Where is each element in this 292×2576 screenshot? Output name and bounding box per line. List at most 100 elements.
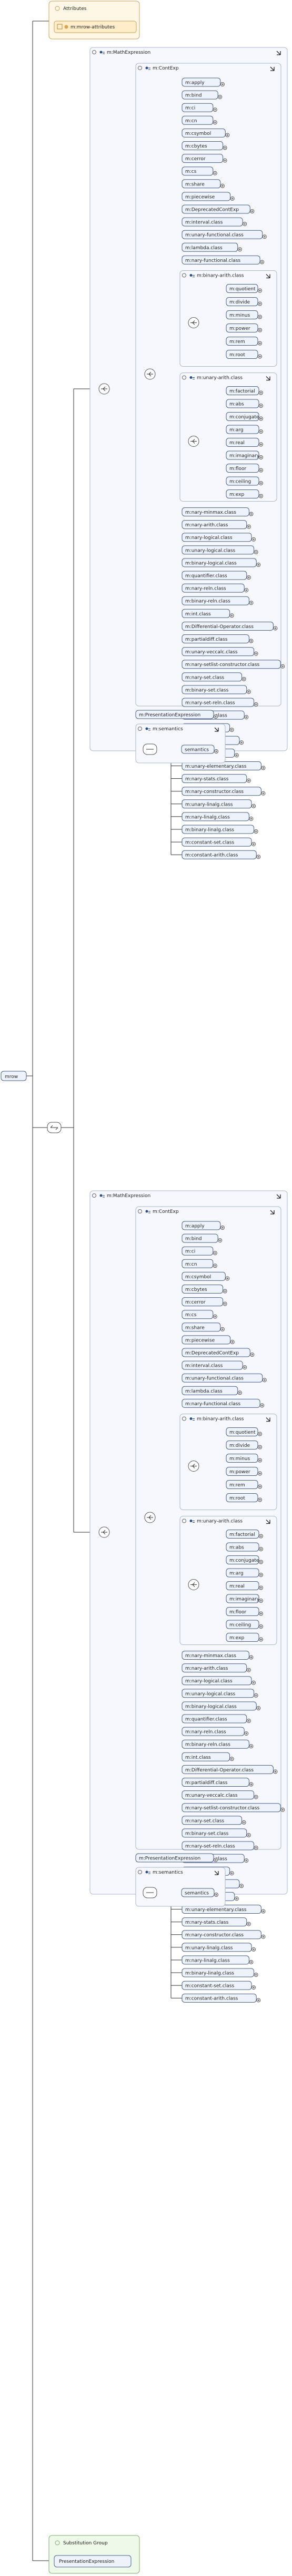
expand-icon[interactable] [259, 1585, 263, 1590]
expand-icon[interactable] [261, 791, 266, 796]
element-leaf[interactable]: m:quantifier.class [182, 571, 251, 580]
unary-arith-item[interactable]: m:real [226, 438, 263, 447]
expand-icon[interactable] [259, 429, 263, 434]
element-leaf[interactable]: m:constant-set.class [182, 1981, 256, 1990]
unary-arith-item[interactable]: m:abs [226, 1542, 263, 1552]
expand-icon[interactable] [213, 120, 217, 125]
unary-arith-item[interactable]: m:conjugate [226, 1555, 263, 1564]
element-leaf[interactable]: m:csymbol [182, 128, 230, 138]
unary-arith-item[interactable]: m:factorial [226, 1530, 263, 1539]
expand-icon[interactable] [273, 1769, 278, 1774]
element-leaf[interactable]: m:lambda.class [182, 1386, 242, 1395]
element-leaf[interactable]: m:interval.class [182, 1360, 247, 1370]
expand-icon[interactable] [251, 1947, 256, 1952]
expand-icon[interactable] [244, 1858, 249, 1863]
expand-icon[interactable] [280, 664, 285, 669]
expand-icon[interactable] [246, 1922, 251, 1926]
expand-icon[interactable] [246, 689, 251, 694]
element-leaf[interactable]: m:unary-veccalc.class [182, 647, 258, 657]
expand-icon[interactable] [259, 1611, 263, 1616]
expand-icon[interactable] [229, 1871, 234, 1876]
expand-icon[interactable] [246, 524, 251, 529]
unary-arith-item[interactable]: m:exp [226, 489, 263, 498]
element-leaf[interactable]: m:int.class [182, 609, 234, 618]
expand-icon[interactable] [241, 1820, 246, 1825]
expand-icon[interactable] [261, 1909, 266, 1914]
element-leaf[interactable]: m:nary-minmax.class [182, 1651, 254, 1660]
expand-icon[interactable] [223, 1289, 227, 1294]
binary-arith-item[interactable]: m:rem [226, 337, 262, 346]
expand-icon[interactable] [259, 1534, 263, 1539]
unary-arith-item[interactable]: m:arg [226, 1568, 263, 1578]
binary-arith-item[interactable]: m:divide [226, 1441, 262, 1449]
expand-icon[interactable] [223, 145, 227, 150]
binary-arith-item[interactable]: m:root [226, 350, 262, 359]
semantics-sequence[interactable] [143, 743, 157, 755]
expand-icon[interactable] [258, 328, 262, 332]
expand-icon[interactable] [213, 1251, 217, 1256]
expand-icon[interactable] [220, 82, 225, 86]
expand-icon[interactable] [256, 562, 261, 567]
math-expression-choice[interactable] [98, 383, 110, 395]
expand-icon[interactable] [249, 1960, 254, 1964]
expand-icon[interactable] [230, 196, 235, 201]
expand-icon[interactable] [218, 1238, 223, 1243]
expand-icon[interactable] [251, 1985, 256, 1990]
binary-arith-choice[interactable] [188, 317, 199, 328]
expand-icon[interactable] [244, 715, 249, 720]
element-leaf[interactable]: m:quantifier.class [182, 1714, 251, 1723]
expand-icon[interactable] [258, 1484, 262, 1489]
element-leaf[interactable]: m:partialdiff.class [182, 634, 254, 643]
unary-arith-item[interactable]: m:abs [226, 399, 263, 408]
element-leaf[interactable]: m:unary-veccalc.class [182, 1790, 258, 1800]
expand-icon[interactable] [214, 1893, 218, 1897]
binary-arith-item[interactable]: m:power [226, 1467, 262, 1476]
expand-icon[interactable] [258, 1432, 262, 1436]
expand-icon[interactable] [213, 1314, 217, 1319]
element-leaf[interactable]: m:cbytes [182, 1285, 227, 1294]
math-expression-choice[interactable] [98, 1526, 110, 1538]
expand-icon[interactable] [234, 1896, 239, 1901]
expand-icon[interactable] [254, 550, 258, 554]
element-leaf[interactable]: m:csymbol [182, 1271, 230, 1281]
expand-icon[interactable] [258, 1497, 262, 1502]
element-leaf[interactable]: m:binary-set.class [182, 685, 251, 694]
element-leaf[interactable]: m:binary-linalg.class [182, 1968, 258, 1977]
binary-arith-item[interactable]: m:quotient [226, 284, 262, 293]
expand-icon[interactable] [213, 171, 217, 175]
expand-icon[interactable] [251, 1680, 256, 1685]
expand-icon[interactable] [259, 404, 263, 408]
expand-icon[interactable] [246, 575, 251, 580]
expand-icon[interactable] [214, 1858, 218, 1862]
expand-icon[interactable] [225, 133, 230, 138]
expand-icon[interactable] [254, 651, 258, 656]
unary-arith-item[interactable]: m:ceiling [226, 1620, 263, 1629]
substitution-group-item[interactable]: PresentationExpression [59, 2559, 114, 2564]
expand-icon[interactable] [259, 1560, 263, 1564]
unary-arith-item[interactable]: m:imaginary [226, 1594, 263, 1603]
expand-icon[interactable] [258, 1471, 262, 1476]
expand-icon[interactable] [258, 341, 262, 346]
expand-icon[interactable] [251, 804, 256, 808]
element-leaf[interactable]: m:bind [182, 90, 223, 100]
expand-icon[interactable] [246, 1668, 251, 1672]
element-leaf[interactable]: m:binary-set.class [182, 1828, 251, 1838]
element-leaf[interactable]: m:share [182, 179, 225, 189]
semantics-element[interactable]: semantics [181, 745, 218, 754]
element-leaf[interactable]: m:cn [182, 1259, 217, 1268]
expand-icon[interactable] [280, 1807, 285, 1812]
element-leaf[interactable]: m:nary-functional.class [182, 255, 265, 265]
element-leaf[interactable]: m:apply [182, 77, 225, 87]
element-leaf[interactable]: m:DeprecatedContExp [182, 204, 255, 214]
expand-icon[interactable] [259, 390, 263, 395]
expand-icon[interactable] [251, 842, 256, 847]
element-leaf[interactable]: m:piecewise [182, 192, 235, 201]
unary-arith-item[interactable]: m:floor [226, 1607, 263, 1616]
root-element-mrow[interactable]: mrow [1, 1071, 27, 1081]
expand-icon[interactable] [254, 702, 258, 707]
binary-arith-item[interactable]: m:rem [226, 1480, 262, 1489]
binary-arith-item[interactable]: m:root [226, 1493, 262, 1502]
element-leaf[interactable]: m:constant-set.class [182, 837, 256, 847]
expand-icon[interactable] [243, 1365, 247, 1370]
expand-icon[interactable] [259, 468, 263, 473]
